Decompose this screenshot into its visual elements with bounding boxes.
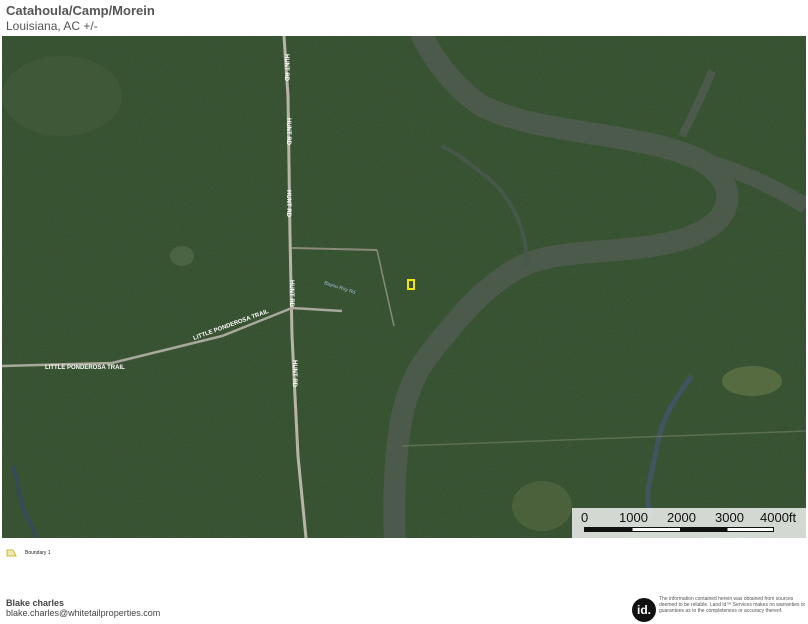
scale-label: 0 bbox=[581, 510, 589, 525]
clearing-patch bbox=[722, 366, 782, 396]
map-subtitle: Louisiana, AC +/- bbox=[6, 19, 98, 33]
scale-label: 3000 bbox=[715, 510, 744, 525]
scale-label: 1000 bbox=[619, 510, 648, 525]
clearing-patch bbox=[170, 246, 194, 266]
road-label-hunt-rd: HUNT RD bbox=[291, 360, 297, 388]
agent-info: Blake charles blake.charles@whitetailpro… bbox=[6, 598, 160, 618]
clearing-patch bbox=[512, 481, 572, 531]
clearing-patch bbox=[2, 56, 122, 136]
scale-ruler bbox=[584, 527, 774, 532]
scale-label: 4000ft bbox=[760, 510, 797, 525]
legend-label: Boundary 1 bbox=[25, 550, 51, 556]
satellite-map[interactable]: HUNT RD HUNT RD HUNT RD HUNT RD HUNT RD … bbox=[2, 36, 806, 538]
map-canvas[interactable]: HUNT RD HUNT RD HUNT RD HUNT RD HUNT RD … bbox=[2, 36, 806, 538]
scale-bar: 0 1000 2000 3000 4000ft bbox=[572, 508, 806, 538]
road-label-hunt-rd: HUNT RD bbox=[283, 54, 289, 82]
scale-label: 2000 bbox=[667, 510, 696, 525]
road-label-little-ponderosa-trail: LITTLE PONDEROSA TRAIL bbox=[45, 365, 125, 371]
road-label-hunt-rd: HUNT RD bbox=[285, 118, 291, 146]
map-legend: Boundary 1 bbox=[6, 549, 51, 557]
agent-name: Blake charles bbox=[6, 598, 65, 608]
boundary-swatch-icon bbox=[6, 549, 17, 557]
disclaimer-text: The information contained herein was obt… bbox=[659, 596, 806, 614]
road-label-hunt-rd: HUNT RD bbox=[288, 280, 294, 308]
agent-email[interactable]: blake.charles@whitetailproperties.com bbox=[6, 608, 160, 618]
map-title: Catahoula/Camp/Morein bbox=[6, 3, 155, 18]
land-id-logo-icon: id. bbox=[632, 598, 656, 622]
road-label-hunt-rd: HUNT RD bbox=[285, 190, 291, 218]
